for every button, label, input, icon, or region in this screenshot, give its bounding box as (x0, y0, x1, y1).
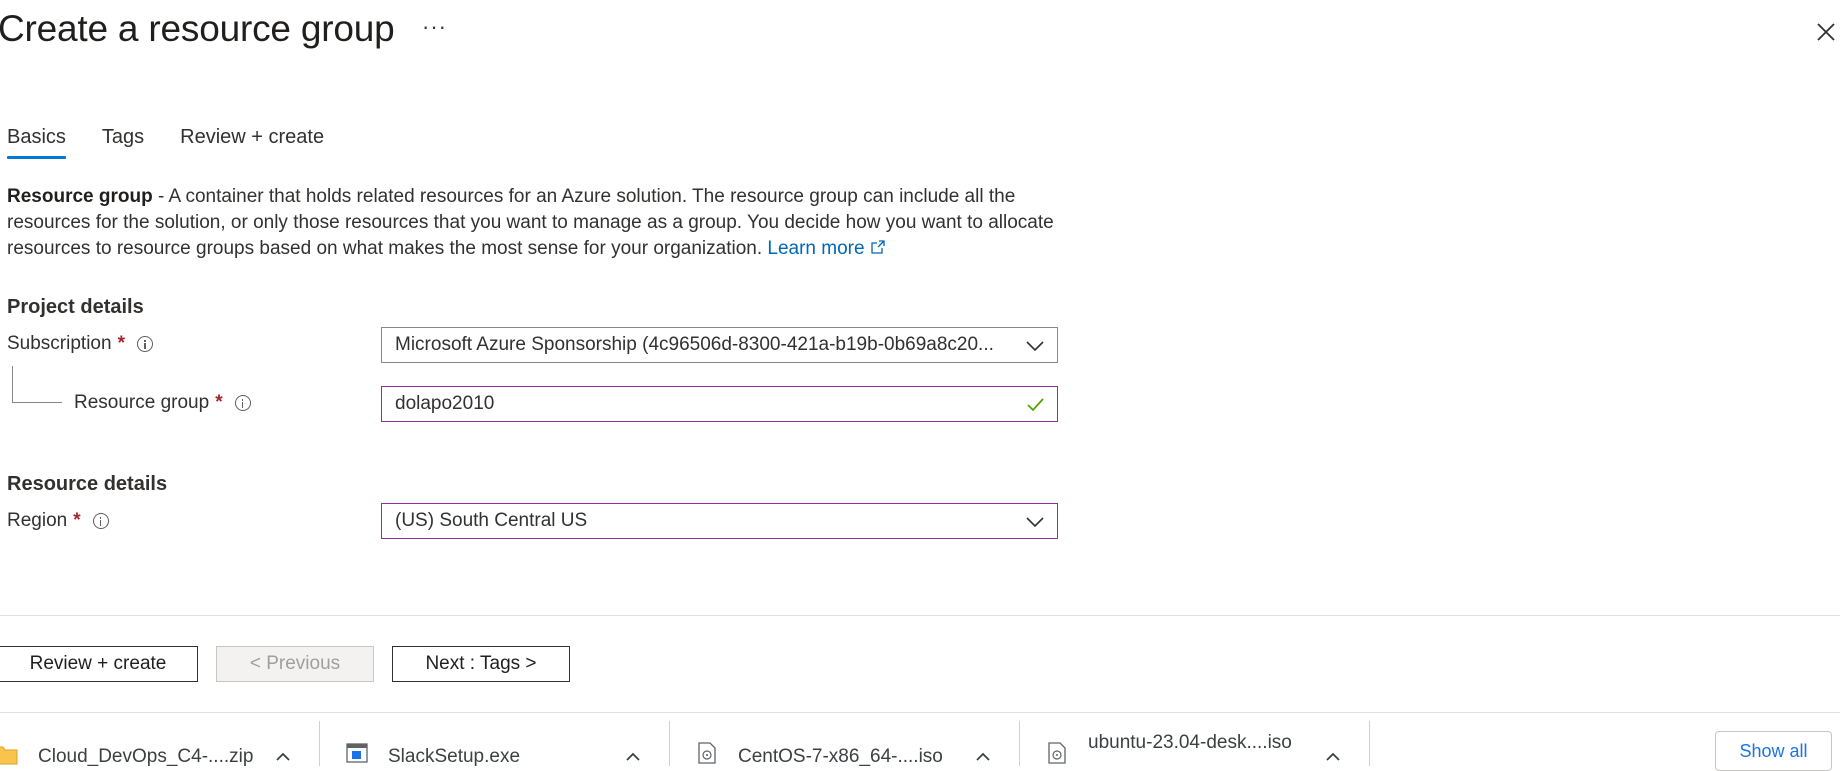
resource-group-description: Resource group - A container that holds … (7, 184, 1057, 262)
page-title: Create a resource group (0, 8, 395, 49)
download-item[interactable]: SlackSetup.exe (320, 713, 670, 767)
subscription-label: Subscription * (7, 333, 153, 355)
download-bar: Cloud_DevOps_C4-....zip SlackSetup.exe C… (0, 712, 1840, 767)
close-icon[interactable] (1812, 18, 1840, 46)
subscription-value: Microsoft Azure Sponsorship (4c96506d-83… (395, 334, 994, 355)
resource-group-input[interactable]: dolapo2010 (381, 386, 1058, 422)
tab-review-create[interactable]: Review + create (180, 126, 324, 159)
chevron-up-icon[interactable] (1324, 750, 1342, 762)
previous-button[interactable]: < Previous (216, 646, 374, 682)
folder-zip-icon (0, 746, 18, 765)
chevron-down-icon (1026, 341, 1044, 352)
download-filename: ubuntu-23.04-desk....iso (1088, 732, 1292, 753)
region-label: Region * (7, 510, 109, 532)
info-icon[interactable] (92, 513, 109, 529)
tab-tags[interactable]: Tags (102, 126, 144, 159)
more-options-button[interactable]: ··· (422, 14, 447, 40)
download-item[interactable]: ubuntu-23.04-desk....iso (1020, 713, 1370, 766)
chevron-up-icon[interactable] (274, 750, 292, 762)
checkmark-icon (1027, 398, 1044, 412)
description-text: - A container that holds related resourc… (7, 186, 1054, 259)
info-icon[interactable] (136, 336, 153, 352)
project-details-heading: Project details (7, 296, 144, 318)
subscription-dropdown[interactable]: Microsoft Azure Sponsorship (4c96506d-83… (381, 327, 1058, 363)
description-bold-term: Resource group (7, 186, 153, 207)
resource-group-label: Resource group * (74, 392, 251, 414)
region-dropdown[interactable]: (US) South Central US (381, 503, 1058, 539)
tree-connector (12, 366, 62, 403)
download-separator (1369, 721, 1370, 766)
tab-bar: Basics Tags Review + create (7, 126, 360, 159)
required-marker: * (215, 392, 223, 413)
review-create-button[interactable]: Review + create (0, 646, 198, 682)
resource-group-value: dolapo2010 (395, 393, 495, 414)
chevron-down-icon (1026, 517, 1044, 528)
show-all-downloads-button[interactable]: Show all (1715, 731, 1832, 771)
exe-icon (346, 743, 368, 763)
disc-file-icon (1048, 742, 1066, 764)
region-value: (US) South Central US (395, 510, 588, 531)
download-item[interactable]: CentOS-7-x86_64-....iso (670, 713, 1020, 767)
download-item[interactable]: Cloud_DevOps_C4-....zip (0, 713, 320, 767)
info-icon[interactable] (234, 395, 251, 411)
footer-divider (0, 615, 1840, 616)
external-link-icon (871, 240, 885, 254)
tab-basics[interactable]: Basics (7, 126, 66, 159)
chevron-up-icon[interactable] (624, 750, 642, 762)
required-marker: * (73, 510, 81, 531)
chevron-up-icon[interactable] (974, 750, 992, 762)
resource-details-heading: Resource details (7, 473, 168, 495)
disc-file-icon (698, 742, 716, 764)
learn-more-link[interactable]: Learn more (767, 238, 885, 259)
next-tags-button[interactable]: Next : Tags > (392, 646, 570, 682)
required-marker: * (117, 333, 125, 354)
